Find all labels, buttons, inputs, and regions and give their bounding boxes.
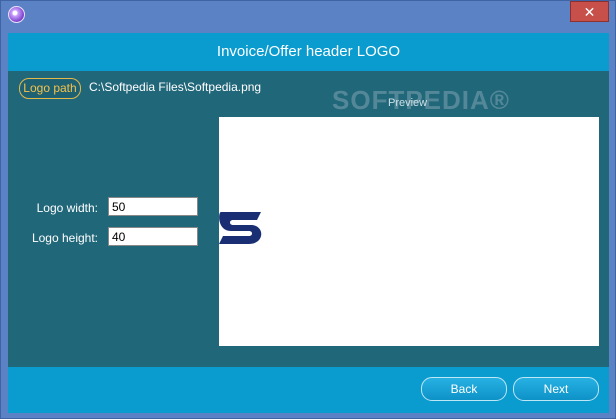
logo-height-input[interactable] [108, 227, 198, 246]
back-button[interactable]: Back [421, 377, 507, 401]
logo-preview-area [219, 117, 599, 346]
logo-preview-image [219, 212, 262, 244]
dialog-content: Invoice/Offer header LOGO Logo path C:\S… [8, 33, 609, 413]
close-button[interactable]: ✕ [570, 1, 609, 22]
logo-width-label: Logo width: [36, 201, 98, 215]
logo-path-button[interactable]: Logo path [19, 78, 81, 99]
footer-bar: Back Next [8, 367, 609, 413]
app-globe-icon[interactable] [8, 6, 25, 23]
page-title: Invoice/Offer header LOGO [216, 43, 401, 60]
title-bar: ✕ [1, 1, 615, 31]
preview-label: Preview [388, 97, 428, 109]
next-button[interactable]: Next [513, 377, 599, 401]
header-bar: Invoice/Offer header LOGO [8, 33, 609, 71]
app-window: ✕ Invoice/Offer header LOGO Logo path C:… [0, 0, 616, 419]
logo-width-input[interactable] [108, 197, 198, 216]
logo-height-label: Logo height: [31, 231, 98, 245]
logo-path-value: C:\Softpedia Files\Softpedia.png [89, 80, 262, 94]
